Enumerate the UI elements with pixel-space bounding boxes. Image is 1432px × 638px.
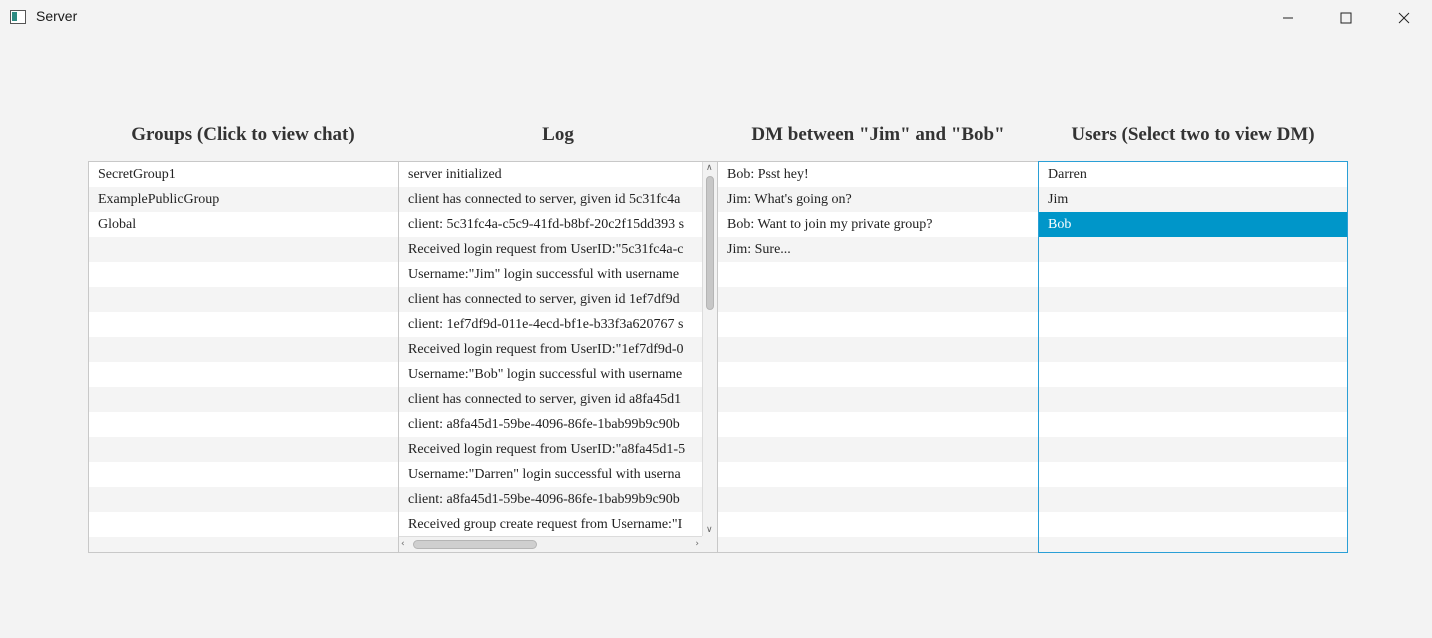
dm-message[interactable]: Bob: Psst hey! [718, 162, 1038, 187]
log-horizontal-scrollbar[interactable]: ‹ › [399, 536, 702, 552]
window-title: Server [36, 8, 78, 24]
log-entry[interactable]: Received login request from UserID:"a8fa… [399, 437, 702, 462]
empty-row [718, 412, 1038, 437]
user-item[interactable]: Darren [1039, 162, 1347, 187]
log-entry[interactable]: client has connected to server, given id… [399, 387, 702, 412]
scroll-right-icon[interactable]: › [695, 539, 699, 549]
scroll-up-icon[interactable]: ∧ [706, 163, 713, 173]
dm-header: DM between "Jim" and "Bob" [751, 124, 1005, 145]
maximize-button[interactable] [1317, 0, 1375, 36]
empty-row [89, 537, 398, 552]
empty-row [1039, 387, 1347, 412]
empty-row [1039, 512, 1347, 537]
dm-message[interactable]: Jim: Sure... [718, 237, 1038, 262]
empty-row [1039, 262, 1347, 287]
empty-row [89, 237, 398, 262]
empty-row [1039, 537, 1347, 552]
app-icon [10, 10, 26, 24]
empty-row [718, 487, 1038, 512]
log-entry[interactable]: Received login request from UserID:"1ef7… [399, 337, 702, 362]
empty-row [718, 312, 1038, 337]
groups-header: Groups (Click to view chat) [131, 124, 355, 145]
scroll-corner [702, 536, 717, 552]
empty-row [718, 437, 1038, 462]
scroll-left-icon[interactable]: ‹ [401, 539, 405, 549]
empty-row [89, 462, 398, 487]
log-list[interactable]: server initialized client has connected t… [398, 161, 718, 553]
log-entry[interactable]: server initialized [399, 162, 702, 187]
empty-row [89, 437, 398, 462]
log-entry[interactable]: client has connected to server, given id… [399, 287, 702, 312]
empty-row [1039, 487, 1347, 512]
group-item[interactable]: SecretGroup1 [89, 162, 398, 187]
empty-row [89, 312, 398, 337]
empty-row [1039, 437, 1347, 462]
empty-row [1039, 362, 1347, 387]
empty-row [718, 537, 1038, 552]
log-entry[interactable]: Username:"Darren" login successful with … [399, 462, 702, 487]
log-entry[interactable]: client: a8fa45d1-59be-4096-86fe-1bab99b9… [399, 487, 702, 512]
maximize-icon [1340, 12, 1352, 24]
empty-row [1039, 462, 1347, 487]
users-header: Users (Select two to view DM) [1071, 124, 1315, 145]
log-entry[interactable]: client has connected to server, given id… [399, 187, 702, 212]
title-bar: Server [0, 0, 1432, 36]
empty-row [718, 462, 1038, 487]
close-icon [1398, 12, 1410, 24]
empty-row [1039, 312, 1347, 337]
log-entry[interactable]: client: a8fa45d1-59be-4096-86fe-1bab99b9… [399, 412, 702, 437]
log-entry[interactable]: Received group create request from Usern… [399, 512, 702, 536]
dm-list[interactable]: Bob: Psst hey! Jim: What's going on? Bob: … [718, 161, 1038, 553]
minimize-icon [1283, 17, 1293, 19]
user-item[interactable]: Jim [1039, 187, 1347, 212]
groups-list[interactable]: SecretGroup1 ExamplePublicGroup Global [88, 161, 398, 553]
empty-row [718, 262, 1038, 287]
log-header: Log [542, 124, 574, 145]
empty-row [89, 287, 398, 312]
log-entry[interactable]: client: 5c31fc4a-c5c9-41fd-b8bf-20c2f15d… [399, 212, 702, 237]
empty-row [89, 487, 398, 512]
empty-row [1039, 237, 1347, 262]
empty-row [1039, 287, 1347, 312]
empty-row [718, 362, 1038, 387]
empty-row [89, 387, 398, 412]
empty-row [1039, 412, 1347, 437]
scroll-down-icon[interactable]: ∨ [706, 525, 713, 535]
empty-row [89, 362, 398, 387]
log-vertical-scrollbar[interactable]: ∧ ∨ [702, 162, 717, 536]
group-item[interactable]: ExamplePublicGroup [89, 187, 398, 212]
dm-message[interactable]: Bob: Want to join my private group? [718, 212, 1038, 237]
log-entry[interactable]: Username:"Jim" login successful with use… [399, 262, 702, 287]
log-entry[interactable]: Username:"Bob" login successful with use… [399, 362, 702, 387]
log-entry[interactable]: Received login request from UserID:"5c31… [399, 237, 702, 262]
users-list[interactable]: Darren Jim Bob [1038, 161, 1348, 553]
empty-row [718, 387, 1038, 412]
log-horizontal-scroll-thumb[interactable] [413, 540, 537, 549]
empty-row [89, 262, 398, 287]
close-button[interactable] [1375, 0, 1432, 36]
minimize-button[interactable] [1259, 0, 1317, 36]
empty-row [1039, 337, 1347, 362]
empty-row [89, 512, 398, 537]
empty-row [718, 512, 1038, 537]
group-item[interactable]: Global [89, 212, 398, 237]
empty-row [718, 337, 1038, 362]
empty-row [89, 337, 398, 362]
user-item[interactable]: Bob [1039, 212, 1347, 237]
log-vertical-scroll-thumb[interactable] [706, 176, 714, 310]
dm-message[interactable]: Jim: What's going on? [718, 187, 1038, 212]
empty-row [718, 287, 1038, 312]
empty-row [89, 412, 398, 437]
log-entry[interactable]: client: 1ef7df9d-011e-4ecd-bf1e-b33f3a62… [399, 312, 702, 337]
